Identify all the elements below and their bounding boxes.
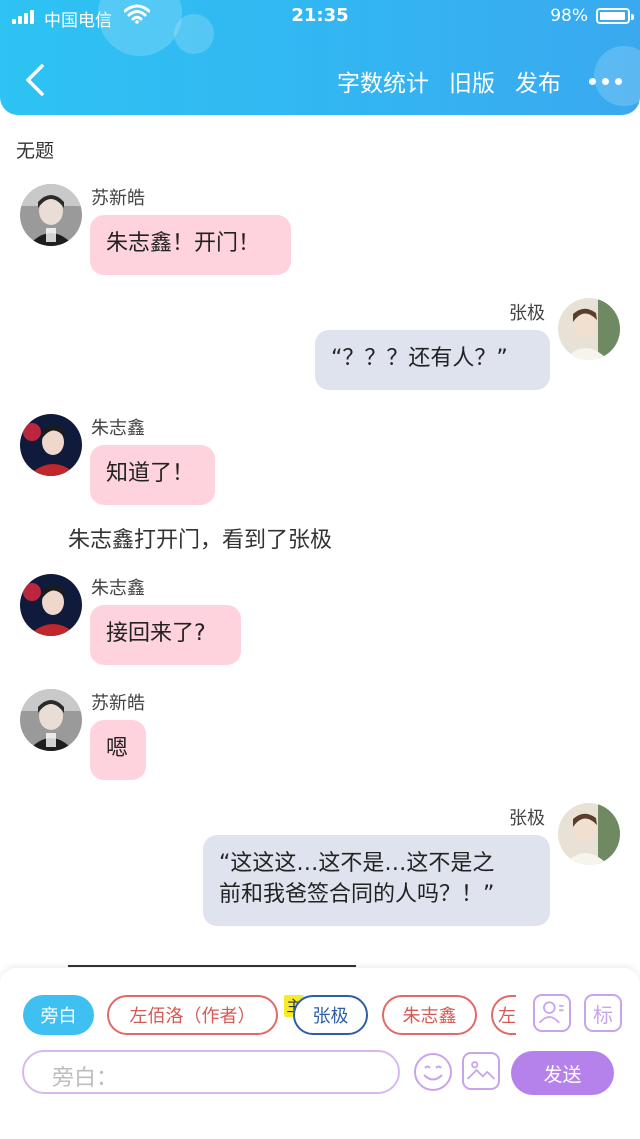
role-chip-partial[interactable]: 左 <box>491 995 516 1035</box>
avatar-zhang-ji[interactable] <box>558 298 620 360</box>
status-bar: 中国电信 21:35 98% <box>0 0 640 34</box>
narration-text: 朱志鑫打开门，看到了张极 <box>68 528 333 553</box>
role-chip-narration[interactable]: 旁白 <box>23 995 94 1035</box>
speaker-name: 苏新皓 <box>91 188 145 209</box>
role-chip-zhang-ji[interactable]: 张极 <box>293 995 368 1035</box>
battery-percent: 98% <box>550 6 588 26</box>
composer-panel: 旁白 左佰洛（作者） 主 张极 朱志鑫 左 标 旁白： 发送 <box>0 968 640 1139</box>
story-title: 无题 <box>16 140 55 162</box>
avatar-su-xinhao[interactable] <box>20 184 82 246</box>
message-bubble: 知道了！ <box>90 445 215 505</box>
old-version-button[interactable]: 旧版 <box>449 64 495 98</box>
app-header: 中国电信 21:35 98% 字数统计 旧版 发布 <box>0 0 640 115</box>
avatar-su-xinhao[interactable] <box>20 689 82 751</box>
character-manage-icon[interactable] <box>533 994 571 1032</box>
speaker-name: 苏新皓 <box>91 693 145 714</box>
word-count-button[interactable]: 字数统计 <box>337 64 429 98</box>
speaker-name: 张极 <box>509 808 545 829</box>
role-chip-author[interactable]: 左佰洛（作者） <box>107 995 278 1035</box>
message-bubble: “这这这…这不是…这不是之 前和我爸签合同的人吗？！” <box>203 835 550 926</box>
speaker-name: 朱志鑫 <box>91 578 145 599</box>
message-bubble: 接回来了? <box>90 605 241 665</box>
image-icon <box>466 1061 496 1080</box>
avatar-zhu-zhixin[interactable] <box>20 414 82 476</box>
message-bubble: “？？？还有人？” <box>315 330 550 390</box>
speaker-name: 朱志鑫 <box>91 418 145 439</box>
divider <box>68 965 356 967</box>
status-time: 21:35 <box>291 5 349 26</box>
battery-icon <box>596 8 634 24</box>
publish-button[interactable]: 发布 <box>515 64 561 98</box>
speaker-name: 张极 <box>509 303 545 324</box>
message-bubble: 朱志鑫！开门！ <box>90 215 291 275</box>
tag-button[interactable]: 标 <box>584 994 622 1032</box>
role-chip-zhu-zhixin[interactable]: 朱志鑫 <box>382 995 477 1035</box>
back-arrow-icon[interactable] <box>22 62 48 98</box>
narration-input[interactable]: 旁白： <box>22 1050 400 1094</box>
image-picker-icon[interactable] <box>462 1052 500 1090</box>
more-options-icon[interactable] <box>581 77 622 85</box>
emoji-icon[interactable] <box>413 1052 453 1092</box>
send-button[interactable]: 发送 <box>511 1051 614 1095</box>
header-actions: 字数统计 旧版 发布 <box>337 64 622 98</box>
message-line: “这这这…这不是…这不是之 <box>219 851 495 876</box>
avatar-zhang-ji[interactable] <box>558 803 620 865</box>
avatar-zhu-zhixin[interactable] <box>20 574 82 636</box>
person-icon <box>538 1001 564 1024</box>
input-placeholder: 旁白： <box>52 1066 119 1091</box>
role-chip-partial-label: 左 <box>498 1006 516 1027</box>
message-line: 前和我爸签合同的人吗？！” <box>219 882 495 907</box>
message-bubble: 嗯 <box>90 720 146 780</box>
